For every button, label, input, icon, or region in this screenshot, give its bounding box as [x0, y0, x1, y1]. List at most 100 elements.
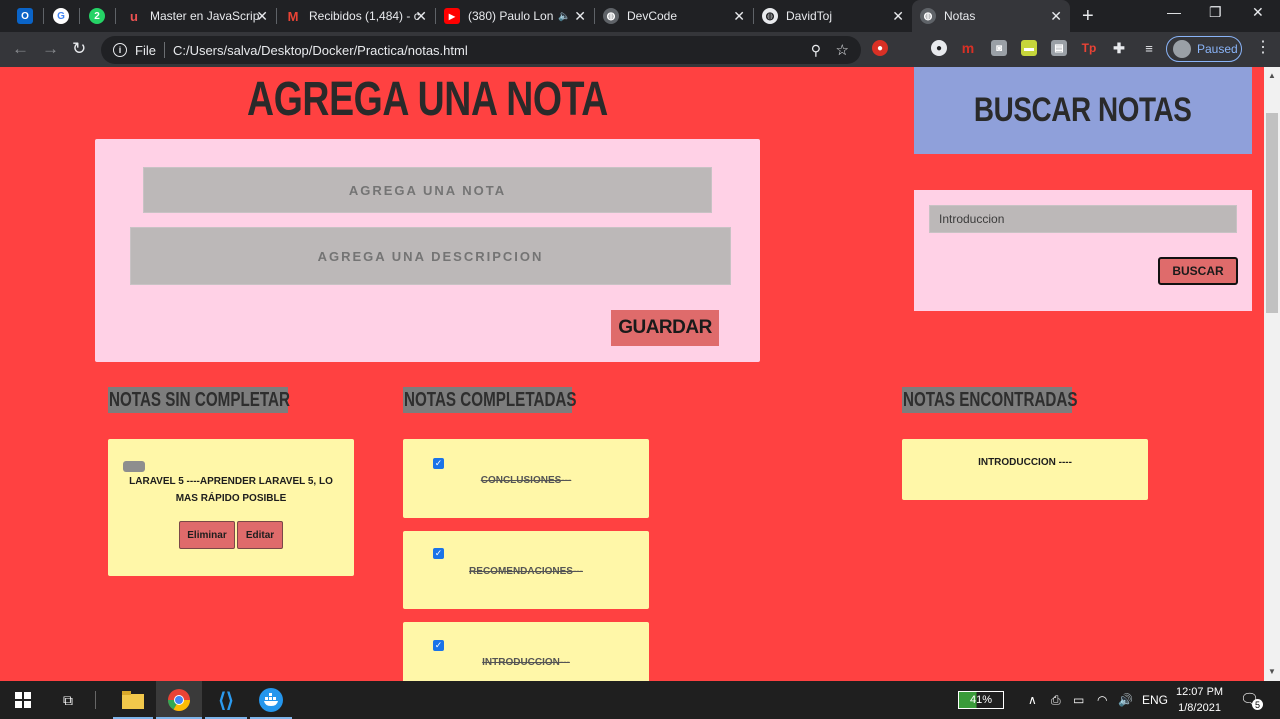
pending-heading-text: NOTAS SIN COMPLETAR	[109, 388, 290, 411]
battery-indicator[interactable]: 41%	[958, 691, 1004, 709]
note-text: CONCLUSIONES---	[480, 475, 572, 486]
close-tab-icon[interactable]: ✕	[1050, 8, 1062, 24]
profile-status: Paused	[1197, 42, 1238, 56]
reload-icon[interactable]: ↻	[72, 39, 86, 59]
search-icon[interactable]: ⚲	[811, 42, 821, 59]
file-explorer-icon[interactable]	[113, 681, 153, 719]
notifications-icon[interactable]: 🗨 5	[1240, 690, 1263, 710]
completed-heading-text: NOTAS COMPLETADAS	[404, 388, 577, 411]
address-bar[interactable]: i File C:/Users/salva/Desktop/Docker/Pra…	[101, 36, 861, 64]
extensions-puzzle-icon[interactable]: ✚	[1111, 40, 1127, 56]
info-icon[interactable]: i	[113, 43, 127, 57]
note-text: LARAVEL 5 ----APRENDER LARAVEL 5, LO MAS…	[129, 476, 333, 504]
search-title-text: BUSCAR NOTAS	[974, 91, 1192, 129]
completed-note-card: ✓ INTRODUCCION---	[403, 622, 649, 681]
completed-note-card: ✓ RECOMENDACIONES---	[403, 531, 649, 609]
system-clock[interactable]: 12:07 PM 1/8/2021	[1176, 684, 1223, 716]
note-toggle[interactable]	[123, 461, 145, 472]
delete-button[interactable]: Eliminar	[179, 521, 235, 549]
note-text: INTRODUCCION ----	[978, 457, 1072, 468]
battery-icon[interactable]: ▭	[1073, 693, 1084, 707]
chrome-menu-icon[interactable]: ⋮	[1255, 38, 1271, 58]
close-tab-icon[interactable]: ✕	[574, 8, 586, 24]
close-window-icon[interactable]: ✕	[1252, 4, 1264, 21]
volume-icon[interactable]: 🔊	[1118, 693, 1133, 707]
tab-youtube[interactable]: ▶ (380) Paulo Lon 🔈 ✕	[436, 0, 594, 32]
globe-icon: ◍	[603, 8, 619, 24]
tab-gmail[interactable]: M Recibidos (1,484) - c ✕	[277, 0, 435, 32]
forward-icon[interactable]: →	[42, 39, 59, 59]
note-title-input[interactable]: AGREGA UNA NOTA	[143, 167, 712, 213]
profile-button[interactable]: Paused	[1166, 36, 1242, 62]
note-text: INTRODUCCION---	[482, 657, 570, 668]
save-button[interactable]: GUARDAR	[611, 310, 719, 346]
tab-udemy[interactable]: u Master en JavaScrip ✕	[118, 0, 276, 32]
divider	[163, 42, 165, 58]
search-panel: Introduccion BUSCAR	[914, 190, 1252, 311]
wifi-icon[interactable]: ◠	[1097, 693, 1107, 707]
scrollbar-thumb[interactable]	[1266, 113, 1278, 313]
close-tab-icon[interactable]: ✕	[415, 8, 427, 24]
media-queue-icon[interactable]: ≡	[1141, 40, 1157, 56]
completed-checkbox[interactable]: ✓	[433, 640, 444, 651]
page-scrollbar[interactable]: ▲ ▼	[1264, 67, 1280, 681]
add-note-title: AGREGA UNA NOTA	[247, 73, 608, 126]
note-description-input[interactable]: AGREGA UNA DESCRIPCION	[130, 227, 731, 285]
scroll-up-icon[interactable]: ▲	[1268, 71, 1276, 80]
completed-checkbox[interactable]: ✓	[433, 458, 444, 469]
docker-icon[interactable]	[250, 681, 292, 719]
outlook-icon: O	[17, 8, 33, 24]
tab-title: Master en JavaScrip	[150, 9, 260, 23]
language-indicator[interactable]: ENG	[1142, 693, 1168, 707]
show-hidden-icons-icon[interactable]: ∧	[1028, 693, 1037, 707]
scroll-down-icon[interactable]: ▼	[1268, 667, 1276, 676]
youtube-icon: ▶	[444, 8, 460, 24]
search-button[interactable]: BUSCAR	[1158, 257, 1238, 285]
tab-notas[interactable]: ◍ Notas ✕	[912, 0, 1070, 32]
new-tab-button[interactable]: +	[1082, 4, 1094, 28]
bookmark-star-icon[interactable]: ☆	[836, 41, 849, 59]
maximize-icon[interactable]: ❐	[1209, 4, 1222, 21]
tab-strip: O G 2 u Master en JavaScrip ✕ M Recibido…	[0, 0, 1280, 32]
completed-note-card: ✓ CONCLUSIONES---	[403, 439, 649, 518]
tab-google[interactable]: G	[44, 0, 78, 32]
extension-circle-icon[interactable]: ●	[931, 40, 947, 56]
pending-notes-heading: NOTAS SIN COMPLETAR	[108, 387, 290, 413]
pending-note-card: LARAVEL 5 ----APRENDER LARAVEL 5, LO MAS…	[108, 439, 354, 576]
clock-date: 1/8/2021	[1178, 702, 1221, 714]
tab-outlook[interactable]: O	[8, 0, 42, 32]
completed-checkbox[interactable]: ✓	[433, 548, 444, 559]
scheme-label: File	[135, 42, 156, 58]
tab-title: (380) Paulo Lon	[468, 9, 554, 23]
google-icon: G	[53, 8, 69, 24]
extension-tp-icon[interactable]: Tp	[1081, 40, 1097, 56]
search-input[interactable]: Introduccion	[929, 205, 1237, 233]
extension-printer-icon[interactable]: ▤	[1051, 40, 1067, 56]
url-text[interactable]: C:/Users/salva/Desktop/Docker/Practica/n…	[173, 43, 468, 58]
gmail-icon: M	[287, 8, 299, 24]
notification-count: 5	[1252, 699, 1263, 710]
tab-davidtoj[interactable]: ◍ DavidToj ✕	[754, 0, 912, 32]
meet-now-icon[interactable]: ⎙	[1051, 693, 1061, 708]
extension-green-icon[interactable]: ▬	[1021, 40, 1037, 56]
camera-extension-icon[interactable]: ◙	[991, 40, 1007, 56]
edit-button[interactable]: Editar	[237, 521, 283, 549]
search-title: BUSCAR NOTAS	[914, 67, 1252, 154]
found-heading-text: NOTAS ENCONTRADAS	[903, 388, 1078, 411]
extension-m-icon[interactable]: m	[960, 40, 976, 56]
task-view-icon[interactable]: ⧉	[56, 681, 80, 719]
windows-taskbar: ⧉ ⟨⟩ 41% ∧ ⎙ ▭ ◠ 🔊 ENG 12:07 PM 1/8/2021…	[0, 681, 1280, 719]
chrome-icon[interactable]	[156, 681, 202, 719]
windows-start-icon[interactable]	[10, 681, 36, 719]
tab-devcode[interactable]: ◍ DevCode ✕	[595, 0, 753, 32]
adblock-extension-icon[interactable]: ●	[872, 40, 888, 56]
vscode-icon[interactable]: ⟨⟩	[205, 681, 247, 719]
minimize-icon[interactable]: —	[1167, 4, 1181, 20]
found-note-card: INTRODUCCION ----	[902, 439, 1148, 500]
close-tab-icon[interactable]: ✕	[256, 8, 268, 24]
close-tab-icon[interactable]: ✕	[733, 8, 745, 24]
tab-whatsapp[interactable]: 2	[80, 0, 114, 32]
back-icon[interactable]: ←	[12, 39, 29, 59]
close-tab-icon[interactable]: ✕	[892, 8, 904, 24]
audio-playing-icon: 🔈	[558, 10, 571, 22]
